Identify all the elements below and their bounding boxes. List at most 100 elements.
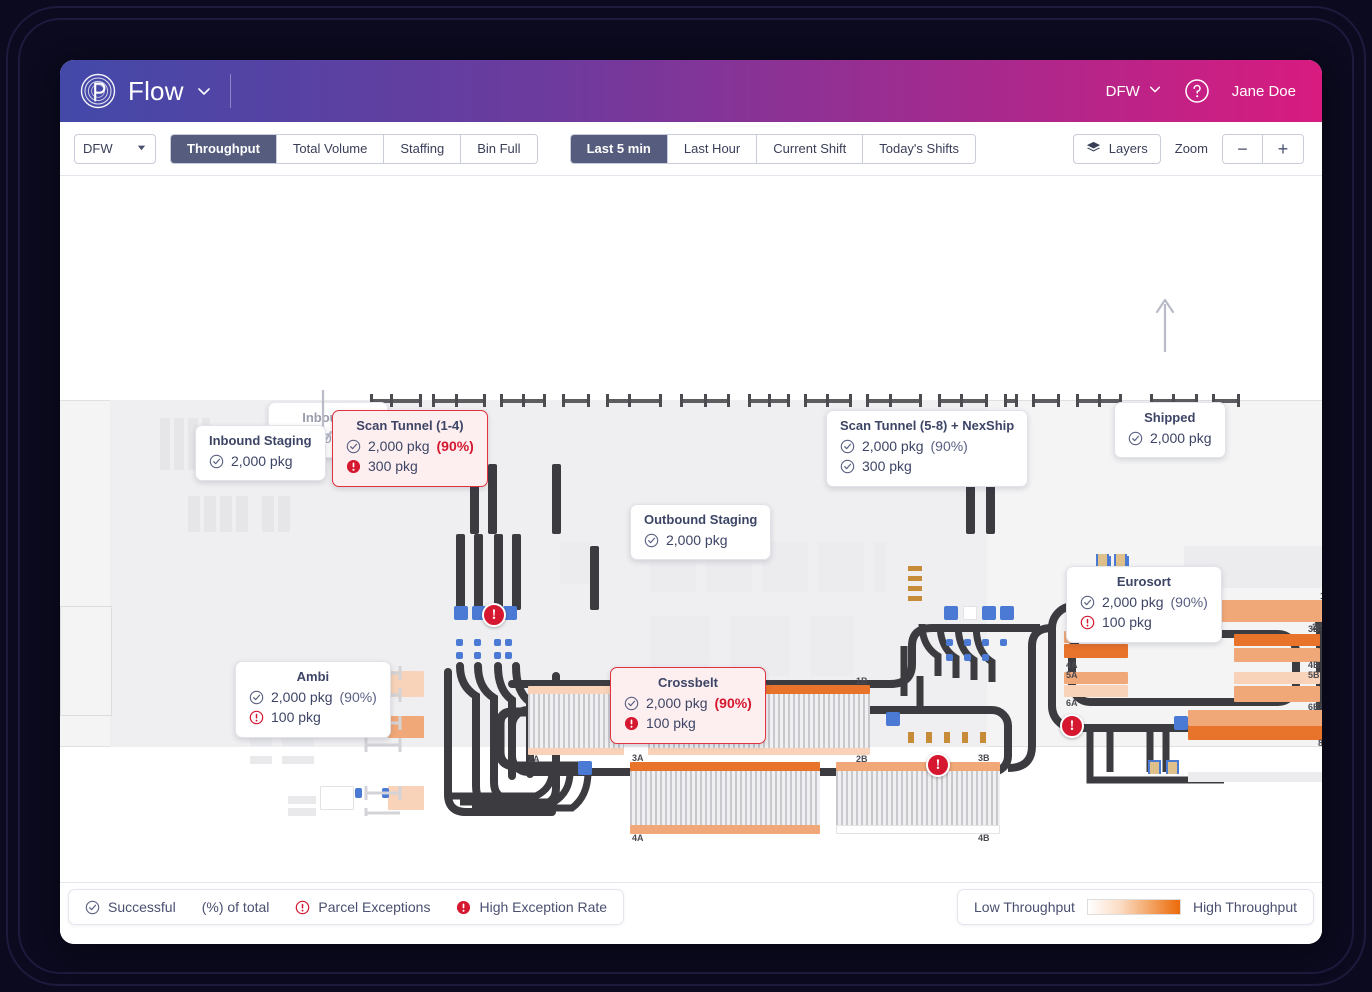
crossbelt-belt [836, 762, 1000, 771]
tab-current-shift[interactable]: Current Shift [757, 135, 863, 163]
card-scan-tunnel-1-4-success-row: 2,000 pkg (90%) [346, 436, 474, 456]
crossbelt-lane [630, 771, 820, 825]
card-eurosort-percent: (90%) [1171, 592, 1208, 612]
eurosort-lane-label: 1B [1320, 591, 1322, 601]
crossbelt-lane-label: 4B [978, 833, 990, 843]
eurosort-lane-label: 7B [1318, 702, 1322, 712]
site-select[interactable]: DFW [74, 134, 156, 164]
layers-button[interactable]: Layers [1073, 134, 1161, 164]
card-eurosort-title: Eurosort [1080, 574, 1208, 589]
storage-block [560, 542, 590, 584]
shipped-flow-arrow [1152, 294, 1178, 354]
crossbelt-marker [886, 712, 900, 726]
header-site-chevron-down-icon [1148, 82, 1162, 100]
eurosort-lane-label: 6A [1066, 698, 1078, 708]
card-scan-tunnel-1-4-exception-row: 300 pkg [346, 456, 474, 476]
card-shipped-success-row: 2,000 pkg [1128, 428, 1212, 448]
tab-last-5-min[interactable]: Last 5 min [571, 135, 668, 163]
crossbelt-chute [962, 732, 968, 743]
legend-item-parcel-exceptions: Parcel Exceptions [295, 899, 430, 915]
title-chevron-down-icon[interactable] [196, 83, 212, 99]
card-eurosort-success-value: 2,000 pkg [1102, 592, 1164, 612]
card-scan-tunnel-5-8-success-row: 2,000 pkg (90%) [840, 436, 1014, 456]
crossbelt-lane-label: 1B [856, 676, 868, 686]
tab-total-volume[interactable]: Total Volume [277, 135, 384, 163]
eurosort-belt [1234, 686, 1320, 702]
card-scan-tunnel-1-4-percent: (90%) [437, 436, 474, 456]
scan-tunnel-5-8-marker [944, 606, 958, 620]
layers-stack-icon [1086, 140, 1101, 158]
card-shipped-success-value: 2,000 pkg [1150, 428, 1212, 448]
scan-tunnel-5-8-marker [982, 654, 989, 661]
nexship-chute [908, 576, 922, 581]
nexship-chute [908, 596, 922, 601]
card-shipped[interactable]: Shipped 2,000 pkg [1114, 402, 1226, 458]
card-ambi[interactable]: Ambi 2,000 pkg (90%) 100 pkg [235, 661, 391, 738]
legend-label-parcel-exceptions: Parcel Exceptions [318, 899, 430, 915]
scan-tunnel-5-8-marker [1000, 639, 1007, 646]
legend-item-successful: Successful [85, 899, 176, 915]
crossbelt-lane-label: 3B [978, 753, 990, 763]
high-exception-icon [624, 716, 639, 731]
scan-tunnel-5-8-marker [964, 654, 971, 661]
layers-button-label: Layers [1109, 141, 1148, 156]
tab-throughput[interactable]: Throughput [171, 135, 277, 163]
card-inbound-staging-title: Inbound Staging [209, 433, 312, 448]
card-scan-tunnel-1-4[interactable]: Scan Tunnel (1-4) 2,000 pkg (90%) 300 pk… [332, 410, 488, 487]
card-scan-tunnel-1-4-title: Scan Tunnel (1-4) [346, 418, 474, 433]
card-scan-tunnel-5-8-second-value: 300 pkg [862, 456, 912, 476]
high-exception-marker[interactable]: ! [482, 603, 506, 627]
card-scan-tunnel-5-8[interactable]: Scan Tunnel (5-8) + NexShip 2,000 pkg (9… [826, 410, 1028, 487]
high-exception-marker[interactable]: ! [1060, 714, 1084, 738]
card-eurosort[interactable]: Eurosort 2,000 pkg (90%) 100 pkg [1066, 566, 1222, 643]
card-ambi-exception-row: 100 pkg [249, 707, 377, 727]
caret-down-icon [136, 141, 147, 156]
nexship-chute [908, 586, 922, 591]
header-site-picker[interactable]: DFW [1106, 82, 1162, 100]
card-crossbelt[interactable]: Crossbelt 2,000 pkg (90%) 100 pkg [610, 667, 766, 744]
legend-item-high-exception-rate: High Exception Rate [456, 899, 607, 915]
footer-legend-bar: Successful (%) of total Parcel Exception… [60, 882, 1322, 944]
tab-bin-full[interactable]: Bin Full [461, 135, 536, 163]
question-circle-icon[interactable] [1184, 78, 1210, 104]
card-inbound-staging-success-value: 2,000 pkg [231, 451, 293, 471]
card-outbound-staging[interactable]: Outbound Staging 2,000 pkg [630, 504, 771, 560]
scan-tunnel-5-8-marker [982, 639, 989, 646]
throughput-gradient-bar [1087, 899, 1181, 915]
zoom-controls: − + [1222, 134, 1304, 164]
facility-map-canvas[interactable]: 1A 2A 1B 2B 3A 4A 3B 4B [60, 176, 1322, 882]
card-shipped-title: Shipped [1128, 410, 1212, 425]
card-crossbelt-exception-row: 100 pkg [624, 713, 752, 733]
card-crossbelt-title: Crossbelt [624, 675, 752, 690]
high-exception-marker[interactable]: ! [926, 753, 950, 777]
crossbelt-belt [630, 825, 820, 834]
crossbelt-chute [908, 732, 914, 743]
app-header: Flow DFW Jan [60, 60, 1322, 122]
card-scan-tunnel-5-8-percent: (90%) [931, 436, 968, 456]
user-name[interactable]: Jane Doe [1232, 83, 1296, 100]
card-inbound-staging[interactable]: Inbound Staging 2,000 pkg [195, 425, 326, 481]
card-scan-tunnel-5-8-success-value: 2,000 pkg [862, 436, 924, 456]
zoom-out-button[interactable]: − [1223, 135, 1263, 163]
page-title: Flow [128, 76, 184, 107]
high-exception-icon [346, 459, 361, 474]
scan-tunnel-5-8-marker [964, 639, 971, 646]
eurosort-lane-label: 5B [1308, 670, 1320, 680]
tab-last-hour[interactable]: Last Hour [668, 135, 757, 163]
card-scan-tunnel-1-4-exception-value: 300 pkg [368, 456, 418, 476]
card-outbound-staging-success-row: 2,000 pkg [644, 530, 757, 550]
zoom-in-button[interactable]: + [1263, 135, 1303, 163]
card-scan-tunnel-1-4-success-value: 2,000 pkg [368, 436, 430, 456]
eurosort-belt [1234, 634, 1320, 646]
crossbelt-chute [926, 732, 932, 743]
crossbelt-belt [630, 762, 820, 771]
parcel-exception-icon [249, 710, 264, 725]
zoom-label: Zoom [1175, 141, 1208, 156]
crossbelt-marker [578, 761, 592, 775]
time-range-tab-group: Last 5 min Last Hour Current Shift Today… [570, 134, 976, 164]
check-circle-icon [644, 533, 659, 548]
card-outbound-staging-success-value: 2,000 pkg [666, 530, 728, 550]
tab-staffing[interactable]: Staffing [384, 135, 461, 163]
tab-todays-shifts[interactable]: Today's Shifts [863, 135, 975, 163]
crossbelt-chute [944, 732, 950, 743]
